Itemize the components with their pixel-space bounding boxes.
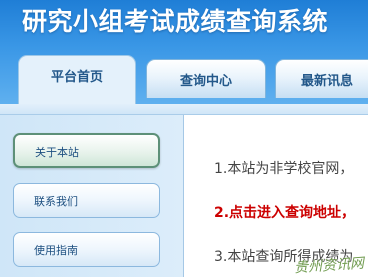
sidebar-item-about[interactable]: 关于本站 — [13, 133, 160, 168]
tab-home-label: 平台首页 — [50, 69, 103, 85]
tab-latest-news[interactable]: 最新讯息 — [275, 59, 368, 98]
query-link[interactable]: 2.点击进入查询地址， — [214, 202, 355, 222]
tab-home[interactable]: 平台首页 — [18, 55, 136, 104]
sidebar-item-guide-label: 使用指南 — [34, 244, 78, 257]
sidebar-item-about-label: 关于本站 — [35, 146, 79, 159]
header: 研究小组考试成绩查询系统 平台首页 查询中心 最新讯息 — [0, 0, 368, 104]
sidebar: 关于本站 联系我们 使用指南 — [0, 115, 184, 277]
sidebar-item-guide[interactable]: 使用指南 — [13, 232, 160, 267]
notice-line-1: 1.本站为非学校官网， — [214, 161, 354, 177]
content-panel: 1.本站为非学校官网， 2.点击进入查询地址， 3.本站查询所得成绩为 贵州资讯… — [184, 115, 368, 277]
sidebar-item-contact-label: 联系我们 — [34, 195, 78, 208]
site-title: 研究小组考试成绩查询系统 — [22, 7, 329, 36]
watermark: 贵州资讯网 — [293, 255, 365, 277]
tab-query-center-label: 查询中心 — [179, 73, 232, 89]
nav-strip — [0, 104, 368, 115]
tab-latest-news-label: 最新讯息 — [300, 73, 353, 89]
main-nav-tabs: 平台首页 查询中心 最新讯息 — [0, 55, 368, 104]
sidebar-item-contact[interactable]: 联系我们 — [13, 183, 160, 218]
tab-query-center[interactable]: 查询中心 — [146, 59, 266, 98]
